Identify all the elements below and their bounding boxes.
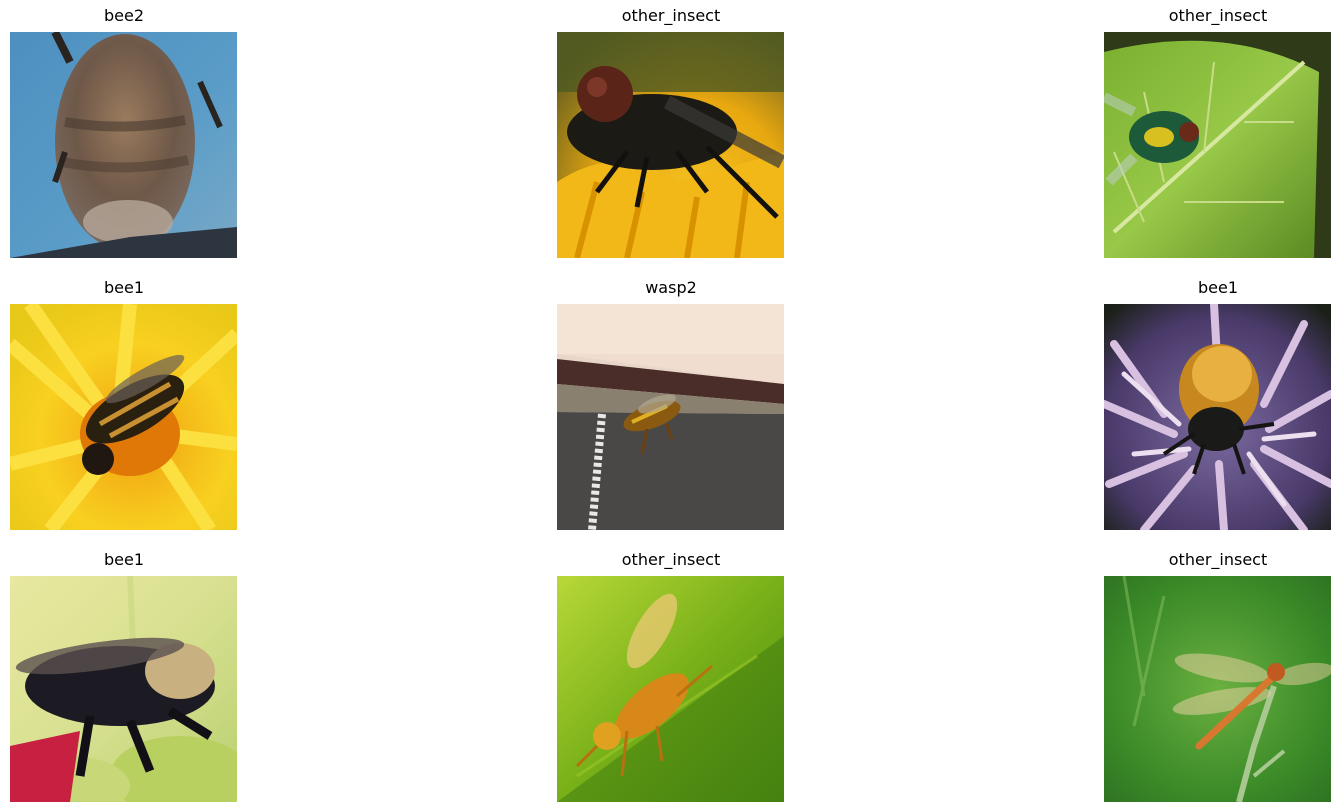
panel-title: other_insect: [621, 550, 721, 569]
insect-image-bee1: [10, 304, 237, 530]
insect-image-bee1: [10, 576, 237, 802]
panel-2: other_insect: [557, 4, 785, 258]
panel-5: wasp2: [557, 276, 785, 530]
insect-image-bee2: [10, 32, 237, 258]
panel-title: bee2: [103, 6, 145, 25]
panel-7: bee1: [10, 548, 238, 802]
panel-title: other_insect: [1168, 550, 1268, 569]
panel-6: bee1: [1104, 276, 1332, 530]
insect-image-other-insect: [557, 576, 784, 802]
insect-image-bee1: [1104, 304, 1331, 530]
panel-title: other_insect: [1168, 6, 1268, 25]
insect-image-wasp2: [557, 304, 784, 530]
panel-title: bee1: [103, 278, 145, 297]
insect-image-other-insect: [1104, 576, 1331, 802]
insect-image-other-insect: [557, 32, 784, 258]
panel-9: other_insect: [1104, 548, 1332, 802]
image-grid-figure: bee2 other_insect other_insect bee1 wasp…: [0, 0, 1340, 812]
insect-image-other-insect: [1104, 32, 1331, 258]
panel-title: bee1: [1197, 278, 1239, 297]
panel-1: bee2: [10, 4, 238, 258]
panel-4: bee1: [10, 276, 238, 530]
panel-8: other_insect: [557, 548, 785, 802]
panel-3: other_insect: [1104, 4, 1332, 258]
panel-title: other_insect: [621, 6, 721, 25]
panel-title: bee1: [103, 550, 145, 569]
panel-title: wasp2: [645, 278, 697, 297]
